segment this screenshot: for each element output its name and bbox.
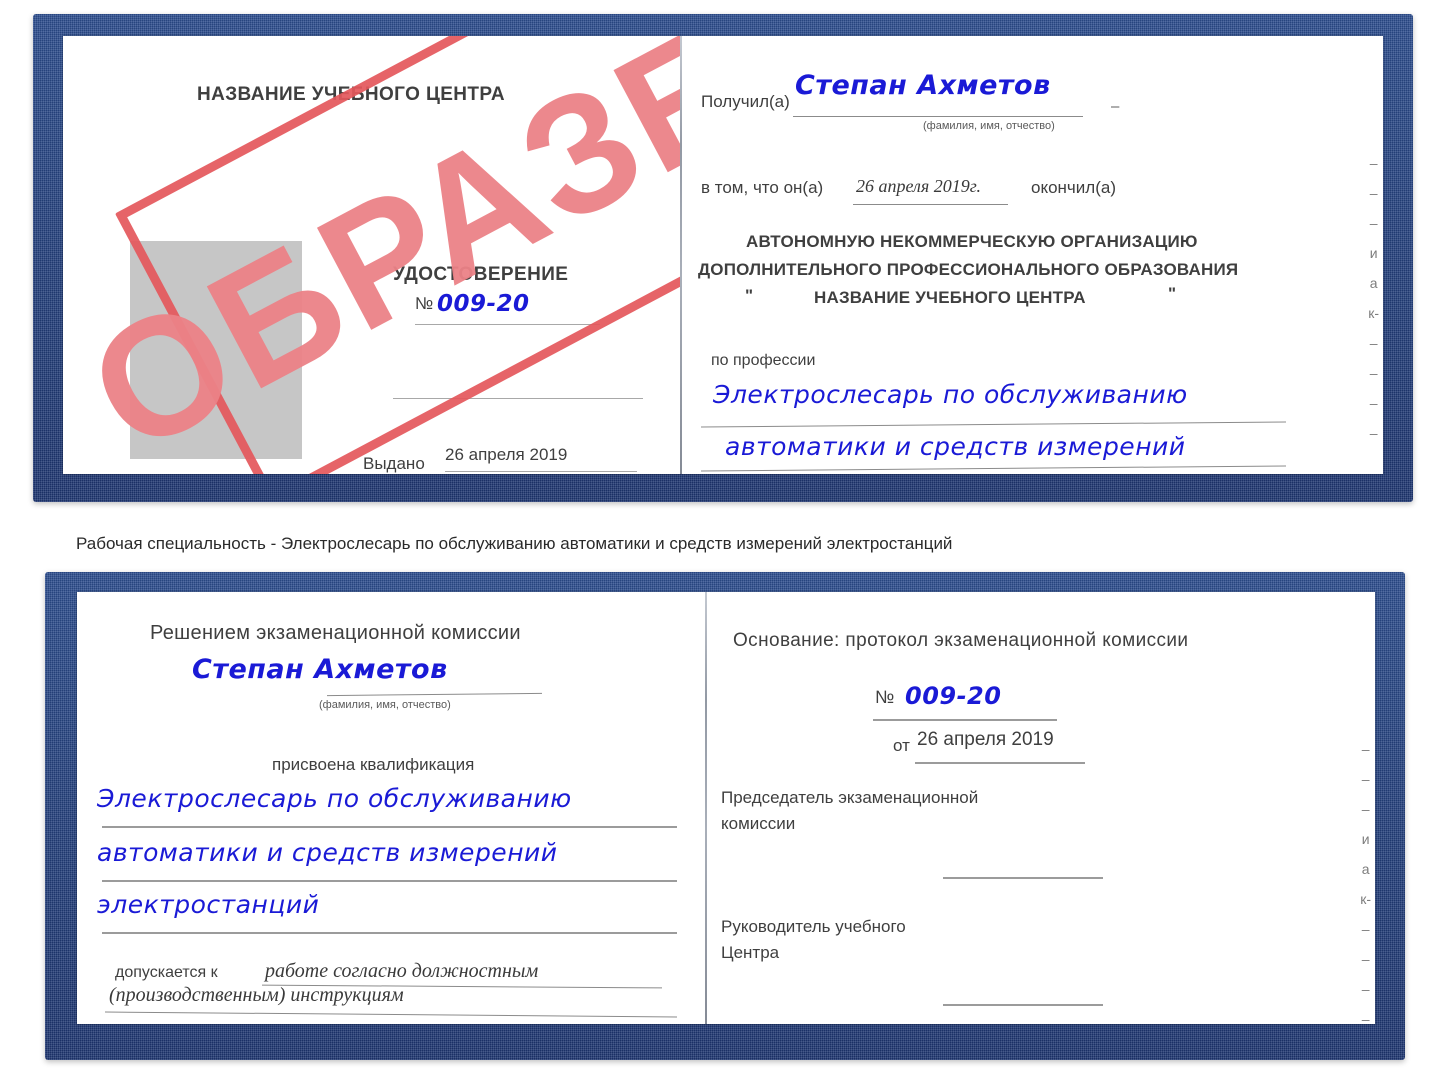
number-rule-top bbox=[415, 324, 600, 325]
edge-glyph: а bbox=[1369, 275, 1378, 291]
qualification-label: присвоена квалификация bbox=[272, 755, 475, 774]
protocol-from-value: 26 апреля 2019 bbox=[917, 729, 1054, 750]
profession-rule1-top bbox=[701, 421, 1286, 428]
head-signature-rule bbox=[943, 1004, 1103, 1006]
graduated-label-top: окончил(а) bbox=[1031, 178, 1116, 197]
edge-glyph: – bbox=[1369, 395, 1378, 411]
edge-glyph: – bbox=[1361, 771, 1370, 787]
chairman-signature-rule bbox=[943, 877, 1103, 879]
profession-rule2-top bbox=[701, 465, 1286, 472]
document-title-top: УДОСТОВЕРЕНИЕ bbox=[393, 264, 569, 285]
edge-glyph-column-bottom: – – – и а к- – – – – bbox=[1360, 742, 1371, 1024]
fio-hint-bottom: (фамилия, имя, отчество) bbox=[319, 699, 451, 711]
certificate-top-left-page: НАЗВАНИЕ УЧЕБНОГО ЦЕНТРА УДОСТОВЕРЕНИЕ №… bbox=[63, 36, 680, 474]
decision-name-value: Степан Ахметов bbox=[192, 654, 448, 685]
chairman-line2: комиссии bbox=[721, 814, 796, 833]
org-line3-top: НАЗВАНИЕ УЧЕБНОГО ЦЕНТРА bbox=[814, 288, 1086, 307]
qualification-rule2 bbox=[102, 880, 677, 882]
head-line1: Руководитель учебного bbox=[721, 917, 906, 936]
edge-glyph: к- bbox=[1360, 891, 1371, 907]
number-value-top: 009-20 bbox=[437, 291, 530, 317]
org-quote-close-top: " bbox=[1168, 284, 1177, 303]
that-he-rule-top bbox=[853, 204, 1008, 205]
admitted-line1: работе согласно должностным bbox=[265, 960, 539, 982]
basis-label: Основание: протокол экзаменационной коми… bbox=[733, 630, 1189, 651]
edge-glyph: а bbox=[1361, 861, 1370, 877]
qualification-rule1 bbox=[102, 826, 677, 828]
fio-hint-top: (фамилия, имя, отчество) bbox=[923, 120, 1055, 132]
edge-glyph: к- bbox=[1368, 305, 1379, 321]
admitted-rule2 bbox=[105, 1011, 677, 1018]
issued-label-top: Выдано bbox=[363, 454, 425, 473]
qualification-line1: Электрослесарь по обслуживанию bbox=[97, 784, 572, 813]
certificate-top-spine bbox=[680, 36, 682, 474]
certificate-top-right-page: Получил(а) Степан Ахметов (фамилия, имя,… bbox=[683, 36, 1383, 474]
qualification-rule3 bbox=[102, 932, 677, 934]
admitted-line2: (производственным) инструкциям bbox=[109, 984, 404, 1006]
certificate-bottom-cover: Решением экзаменационной комиссии Степан… bbox=[45, 572, 1405, 1060]
edge-glyph-column-top: – – – и а к- – – – – bbox=[1368, 156, 1379, 440]
edge-glyph: – bbox=[1361, 981, 1370, 997]
training-center-name-top: НАЗВАНИЕ УЧЕБНОГО ЦЕНТРА bbox=[197, 84, 505, 105]
chairman-line1: Председатель экзаменационной bbox=[721, 788, 979, 807]
edge-glyph: – bbox=[1361, 1011, 1370, 1024]
edge-dash-received: – bbox=[1111, 98, 1120, 115]
edge-glyph: – bbox=[1361, 741, 1370, 757]
edge-glyph: – bbox=[1369, 335, 1378, 351]
protocol-number-value: 009-20 bbox=[905, 682, 1002, 710]
certificate-bottom-left-page: Решением экзаменационной комиссии Степан… bbox=[77, 592, 705, 1024]
edge-glyph: – bbox=[1369, 425, 1378, 441]
org-line1-top: АВТОНОМНУЮ НЕКОММЕРЧЕСКУЮ ОРГАНИЗАЦИЮ bbox=[746, 232, 1198, 251]
edge-glyph: – bbox=[1369, 215, 1378, 231]
profession-line1-top: Электрослесарь по обслуживанию bbox=[713, 380, 1188, 409]
issued-value-top: 26 апреля 2019 bbox=[445, 445, 568, 464]
certificate-top-pages: НАЗВАНИЕ УЧЕБНОГО ЦЕНТРА УДОСТОВЕРЕНИЕ №… bbox=[63, 36, 1383, 474]
number-label-top: № bbox=[415, 294, 434, 313]
edge-glyph: – bbox=[1361, 801, 1370, 817]
head-line2: Центра bbox=[721, 943, 780, 962]
admitted-label: допускается к bbox=[115, 964, 218, 981]
blank-rule-top bbox=[393, 398, 643, 399]
profession-label-top: по профессии bbox=[711, 352, 816, 369]
edge-glyph: – bbox=[1361, 921, 1370, 937]
edge-glyph: и bbox=[1369, 245, 1378, 261]
edge-glyph: и bbox=[1361, 831, 1370, 847]
edge-glyph: – bbox=[1369, 155, 1378, 171]
certificate-bottom-right-page: Основание: протокол экзаменационной коми… bbox=[705, 592, 1375, 1024]
protocol-number-label: № bbox=[875, 687, 895, 707]
edge-glyph: – bbox=[1369, 365, 1378, 381]
certificate-bottom-pages: Решением экзаменационной комиссии Степан… bbox=[77, 592, 1375, 1024]
protocol-number-rule bbox=[873, 719, 1057, 721]
received-label-top: Получил(а) bbox=[701, 92, 790, 111]
qualification-line3: электростанций bbox=[97, 890, 320, 919]
qualification-line2: автоматики и средств измерений bbox=[97, 838, 558, 867]
edge-glyph: – bbox=[1361, 951, 1370, 967]
decision-name-rule bbox=[327, 692, 542, 697]
that-he-label-top: в том, что он(а) bbox=[701, 178, 824, 197]
certificate-top-cover: НАЗВАНИЕ УЧЕБНОГО ЦЕНТРА УДОСТОВЕРЕНИЕ №… bbox=[33, 14, 1413, 502]
issued-rule-top bbox=[445, 471, 637, 472]
org-quote-open-top: " bbox=[745, 286, 754, 305]
edge-glyph: – bbox=[1369, 185, 1378, 201]
that-he-value-top: 26 апреля 2019г. bbox=[856, 176, 982, 196]
received-rule-top bbox=[793, 116, 1083, 117]
profession-line2-top: автоматики и средств измерений bbox=[725, 432, 1186, 461]
received-value-top: Степан Ахметов bbox=[795, 70, 1051, 101]
protocol-from-rule bbox=[915, 762, 1085, 764]
decision-title: Решением экзаменационной комиссии bbox=[150, 622, 521, 644]
protocol-from-label: от bbox=[893, 736, 910, 755]
caption-text: Рабочая специальность - Электрослесарь п… bbox=[76, 534, 953, 553]
photo-placeholder-top bbox=[130, 241, 302, 459]
org-line2-top: ДОПОЛНИТЕЛЬНОГО ПРОФЕССИОНАЛЬНОГО ОБРАЗО… bbox=[698, 260, 1239, 279]
